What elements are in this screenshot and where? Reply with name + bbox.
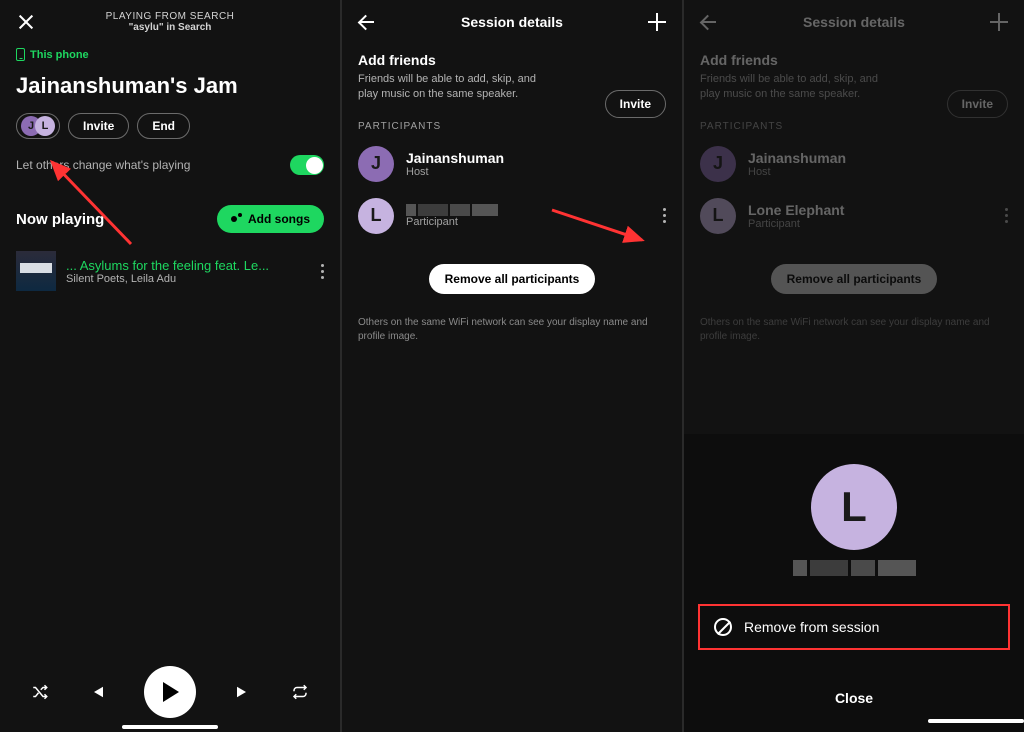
wifi-disclaimer: Others on the same WiFi network can see … (342, 304, 682, 356)
participant-row: L Lone Elephant Participant (684, 190, 1024, 242)
avatar-l: L (700, 198, 736, 234)
add-friends-sub: Friends will be able to add, skip, and p… (684, 72, 904, 103)
sheet-name-redacted (684, 560, 1024, 576)
close-icon[interactable] (16, 12, 36, 32)
jam-title: Jainanshuman's Jam (0, 65, 340, 109)
participant-role: Host (748, 166, 1008, 178)
back-icon[interactable] (700, 15, 718, 29)
add-friends-title: Add friends (342, 30, 682, 72)
sheet-avatar: L (811, 464, 897, 550)
let-others-toggle[interactable] (290, 155, 324, 175)
invite-button[interactable]: Invite (947, 90, 1008, 118)
sparkle-icon (231, 213, 243, 225)
add-songs-label: Add songs (248, 212, 310, 226)
plus-icon[interactable] (648, 13, 666, 31)
invite-button[interactable]: Invite (605, 90, 666, 118)
add-friends-sub: Friends will be able to add, skip, and p… (342, 72, 562, 103)
participant-row: J Jainanshuman Host (684, 138, 1024, 190)
participant-name-redacted (406, 204, 651, 216)
invite-button[interactable]: Invite (68, 113, 129, 139)
plus-icon[interactable] (990, 13, 1008, 31)
add-friends-title: Add friends (684, 30, 1024, 72)
page-title: Session details (803, 14, 905, 30)
close-button[interactable]: Close (684, 678, 1024, 722)
participant-name: Lone Elephant (748, 202, 993, 218)
add-songs-button[interactable]: Add songs (217, 205, 324, 233)
remove-all-button[interactable]: Remove all participants (771, 264, 938, 294)
let-others-label: Let others change what's playing (16, 158, 190, 172)
album-art (16, 251, 56, 291)
phone-icon (16, 48, 25, 61)
now-playing-label: Now playing (16, 211, 104, 228)
player-bar (0, 652, 340, 732)
participant-row: J Jainanshuman Host (342, 138, 682, 190)
track-row[interactable]: ... Asylums for the feeling feat. Le... … (0, 245, 340, 297)
participant-role: Participant (748, 218, 993, 230)
wifi-disclaimer: Others on the same WiFi network can see … (684, 304, 1024, 356)
play-button[interactable] (144, 666, 196, 718)
header-context: PLAYING FROM SEARCH "asylu" in Search (106, 11, 235, 33)
avatar-j: J (700, 146, 736, 182)
remove-from-session-button[interactable]: Remove from session (698, 604, 1010, 650)
speaker-label: This phone (30, 49, 89, 61)
track-more-icon[interactable] (321, 264, 324, 279)
avatar-j: J (358, 146, 394, 182)
remove-all-button[interactable]: Remove all participants (429, 264, 596, 294)
participants-pill[interactable]: J L (16, 113, 60, 139)
screen-session-details: Session details Add friends Friends will… (342, 0, 682, 732)
next-icon[interactable] (234, 684, 252, 700)
header-line2: "asylu" in Search (106, 22, 235, 33)
speaker-row[interactable]: This phone (0, 30, 340, 65)
repeat-icon[interactable] (291, 684, 309, 700)
remove-label: Remove from session (744, 619, 879, 635)
home-indicator (928, 719, 1024, 723)
previous-icon[interactable] (88, 684, 106, 700)
participant-name: Jainanshuman (748, 150, 1008, 166)
play-icon (163, 682, 179, 702)
screen-jam: PLAYING FROM SEARCH "asylu" in Search Th… (0, 0, 340, 732)
participant-role: Participant (406, 216, 651, 228)
header-line1: PLAYING FROM SEARCH (106, 11, 235, 22)
ban-icon (714, 618, 732, 636)
track-artist: Silent Poets, Leila Adu (66, 273, 311, 285)
avatar-l-small: L (35, 116, 55, 136)
screen-session-sheet: Session details Add friends Friends will… (684, 0, 1024, 732)
participant-role: Host (406, 166, 666, 178)
participant-row: L Participant (342, 190, 682, 242)
shuffle-icon[interactable] (31, 684, 49, 700)
home-indicator (122, 725, 218, 729)
avatar-l: L (358, 198, 394, 234)
page-title: Session details (461, 14, 563, 30)
back-icon[interactable] (358, 15, 376, 29)
action-sheet: L Remove from session Close (684, 434, 1024, 732)
participant-more-icon[interactable] (1005, 208, 1008, 223)
end-button[interactable]: End (137, 113, 190, 139)
participant-more-icon[interactable] (663, 208, 666, 223)
participant-name: Jainanshuman (406, 150, 666, 166)
track-title: ... Asylums for the feeling feat. Le... (66, 258, 311, 273)
